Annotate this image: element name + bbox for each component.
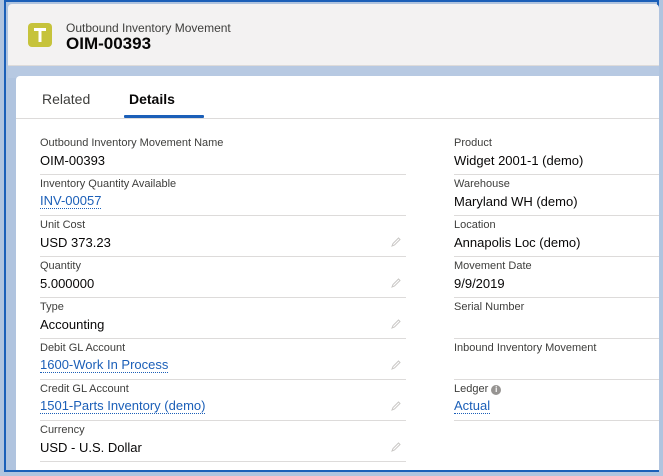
field-label: Debit GL Account [40,342,125,354]
field-label: Location [454,219,496,231]
pencil-icon[interactable] [390,318,402,330]
field-label-text: Movement Date [454,260,532,272]
field-value: Widget 2001-1 (demo) [454,153,584,168]
field-inventory-quantity-available: Inventory Quantity Available INV-00057 [40,175,406,216]
pencil-icon[interactable] [390,359,402,371]
field-label: Quantity [40,260,81,272]
pencil-icon[interactable] [390,236,402,248]
field-value: 5.000000 [40,276,95,291]
details-card: Related Details Outbound Inventory Movem… [16,76,659,470]
field-label-text: Type [40,301,64,313]
field-label: Movement Date [454,260,532,272]
field-label: Type [40,301,64,313]
field-label: Outbound Inventory Movement Name [40,137,223,149]
pencil-icon[interactable] [390,400,402,412]
field-label-text: Inbound Inventory Movement [454,342,597,354]
field-value: USD - U.S. Dollar [40,440,142,455]
record-header: Outbound Inventory Movement OIM-00393 [8,4,659,66]
field-label: Serial Number [454,301,524,313]
field-label: Product [454,137,492,149]
field-value: OIM-00393 [40,153,106,168]
field-label-text: Outbound Inventory Movement Name [40,137,224,149]
field-inbound-inventory-movement: Inbound Inventory Movement [454,339,659,380]
tab-bar: Related Details [16,76,659,119]
record-page: Outbound Inventory Movement OIM-00393 Re… [4,0,659,472]
field-value: Maryland WH (demo) [454,194,578,209]
field-label-text: Currency [40,424,85,436]
field-serial-number: Serial Number [454,298,659,339]
field-quantity: Quantity 5.000000 [40,257,406,298]
field-unit-cost: Unit Cost USD 373.23 [40,216,406,257]
field-label-text: Debit GL Account [40,342,126,354]
field-label-text: Warehouse [454,178,510,190]
field-value: Accounting [40,317,105,332]
field-label-text: Product [454,137,492,149]
field-movement-date: Movement Date 9/9/2019 [454,257,659,298]
inventory-movement-icon [28,23,52,47]
field-value: 9/9/2019 [454,276,505,291]
field-product: Product Widget 2001-1 (demo) [454,134,659,175]
field-label-text: Serial Number [454,301,525,313]
field-label: Credit GL Account [40,383,129,395]
field-value-link[interactable]: 1501-Parts Inventory (demo) [40,399,206,414]
field-label: Unit Cost [40,219,85,231]
field-label: Inventory Quantity Available [40,178,176,190]
field-location: Location Annapolis Loc (demo) [454,216,659,257]
field-type: Type Accounting [40,298,406,339]
field-label-text: Credit GL Account [40,383,129,395]
object-label: Outbound Inventory Movement [66,21,231,35]
field-currency: Currency USD - U.S. Dollar [40,421,406,462]
tab-details[interactable]: Details [129,91,175,107]
field-label-text: Unit Cost [40,219,86,231]
field-label: Warehouse [454,178,510,190]
field-credit-gl-account: Credit GL Account 1501-Parts Inventory (d… [40,380,406,421]
field-ledger: Ledger i Actual [454,380,659,421]
active-tab-indicator [124,115,204,118]
tab-related[interactable]: Related [42,91,90,107]
field-label-text: Quantity [40,260,81,272]
field-label: Inbound Inventory Movement [454,342,596,354]
pencil-icon[interactable] [390,277,402,289]
field-warehouse: Warehouse Maryland WH (demo) [454,175,659,216]
field-value: Annapolis Loc (demo) [454,235,581,250]
field-label-text: Ledger [454,383,489,395]
field-label-text: Location [454,219,496,231]
field-value-link[interactable]: INV-00057 [40,194,102,209]
field-value-link[interactable]: Actual [454,399,491,414]
field-label-text: Inventory Quantity Available [40,178,177,190]
pencil-icon[interactable] [390,441,402,453]
field-value-link[interactable]: 1600-Work In Process [40,358,169,373]
field-label: Currency [40,424,85,436]
info-icon[interactable]: i [491,385,502,395]
field-label: Ledger i [454,383,502,395]
field-value: USD 373.23 [40,235,111,250]
record-title: OIM-00393 [66,34,152,53]
field-debit-gl-account: Debit GL Account 1600-Work In Process [40,339,406,380]
field-outbound-inventory-movement-name: Outbound Inventory Movement Name OIM-0039… [40,134,406,175]
